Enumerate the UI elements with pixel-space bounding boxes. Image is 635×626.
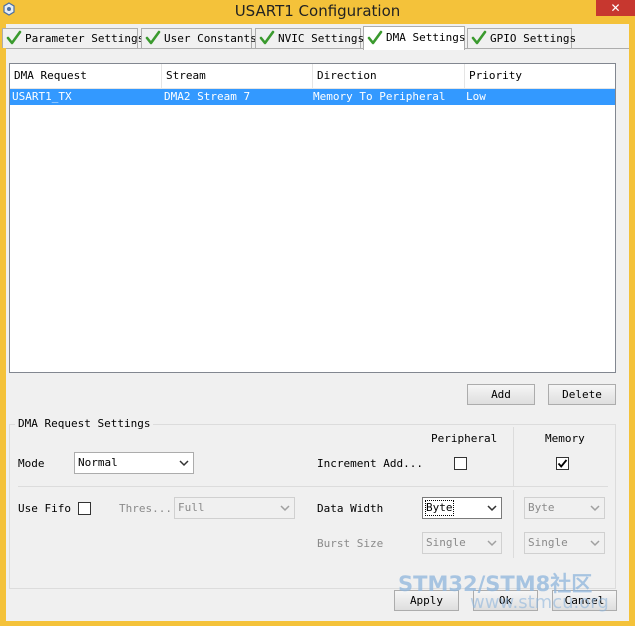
threshold-value: Full bbox=[178, 501, 205, 514]
window-title: USART1 Configuration bbox=[234, 2, 401, 20]
tab-label: NVIC Settings bbox=[278, 32, 365, 45]
data-width-memory-value: Byte bbox=[528, 501, 555, 514]
chevron-down-icon bbox=[590, 540, 600, 547]
add-button[interactable]: Add bbox=[467, 384, 535, 405]
tab-label: GPIO Settings bbox=[490, 32, 577, 45]
tab-label: DMA Settings bbox=[386, 31, 466, 44]
cell-direction: Memory To Peripheral bbox=[313, 90, 446, 103]
column-header-dma-request[interactable]: DMA Request bbox=[10, 64, 162, 88]
column-header-direction[interactable]: Direction bbox=[313, 64, 465, 88]
group-title: DMA Request Settings bbox=[15, 417, 154, 430]
chevron-down-icon bbox=[487, 505, 497, 512]
chevron-down-icon bbox=[179, 460, 189, 467]
use-fifo-label: Use Fifo bbox=[18, 502, 71, 515]
column-header-stream[interactable]: Stream bbox=[162, 64, 313, 88]
tab-label: User Constants bbox=[164, 32, 257, 45]
memory-header: Memory bbox=[545, 432, 585, 445]
burst-size-memory-select[interactable]: Single bbox=[524, 532, 605, 554]
data-width-peripheral-value: Byte bbox=[425, 500, 454, 516]
data-width-peripheral-select[interactable]: Byte bbox=[422, 497, 502, 519]
mode-select[interactable]: Normal bbox=[74, 452, 194, 474]
delete-button[interactable]: Delete bbox=[548, 384, 616, 405]
threshold-select[interactable]: Full bbox=[174, 497, 295, 519]
check-icon bbox=[471, 30, 487, 45]
mode-value: Normal bbox=[78, 456, 118, 469]
tab-dma-settings[interactable]: DMA Settings bbox=[363, 26, 465, 50]
cell-priority: Low bbox=[466, 90, 486, 103]
check-icon bbox=[145, 30, 161, 45]
chevron-down-icon bbox=[487, 540, 497, 547]
threshold-label: Thres... bbox=[119, 502, 172, 515]
increment-memory-checkbox[interactable] bbox=[556, 457, 569, 470]
data-width-memory-select[interactable]: Byte bbox=[524, 497, 605, 519]
chevron-down-icon bbox=[280, 505, 290, 512]
cell-dma-request: USART1_TX bbox=[12, 90, 72, 103]
increment-peripheral-checkbox[interactable] bbox=[454, 457, 467, 470]
burst-size-peripheral-value: Single bbox=[426, 536, 466, 549]
burst-size-memory-value: Single bbox=[528, 536, 568, 549]
dma-request-table[interactable] bbox=[9, 63, 616, 373]
data-width-label: Data Width bbox=[317, 502, 384, 515]
tab-parameter-settings[interactable]: Parameter Settings bbox=[2, 28, 144, 48]
tab-label: Parameter Settings bbox=[25, 32, 145, 45]
watermark-url: www.stmcu.org bbox=[470, 592, 609, 613]
column-divider-lower bbox=[513, 490, 514, 558]
tab-user-constants[interactable]: User Constants bbox=[141, 28, 257, 48]
column-header-priority[interactable]: Priority bbox=[465, 64, 615, 88]
check-icon bbox=[259, 30, 275, 45]
tab-nvic-settings[interactable]: NVIC Settings bbox=[255, 28, 365, 48]
tab-gpio-settings[interactable]: GPIO Settings bbox=[467, 28, 576, 48]
cell-stream: DMA2 Stream 7 bbox=[164, 90, 251, 103]
mode-label: Mode bbox=[18, 457, 45, 470]
burst-size-peripheral-select[interactable]: Single bbox=[422, 532, 502, 554]
check-icon bbox=[6, 30, 22, 45]
close-button[interactable]: ✕ bbox=[596, 0, 635, 16]
increment-address-label: Increment Add... bbox=[317, 457, 423, 470]
use-fifo-checkbox[interactable] bbox=[78, 502, 91, 515]
row-divider bbox=[18, 486, 608, 487]
checkmark-icon bbox=[557, 459, 568, 468]
chevron-down-icon bbox=[590, 505, 600, 512]
check-icon bbox=[367, 30, 383, 45]
peripheral-header: Peripheral bbox=[431, 432, 498, 445]
burst-size-label: Burst Size bbox=[317, 537, 384, 550]
column-divider bbox=[513, 427, 514, 487]
